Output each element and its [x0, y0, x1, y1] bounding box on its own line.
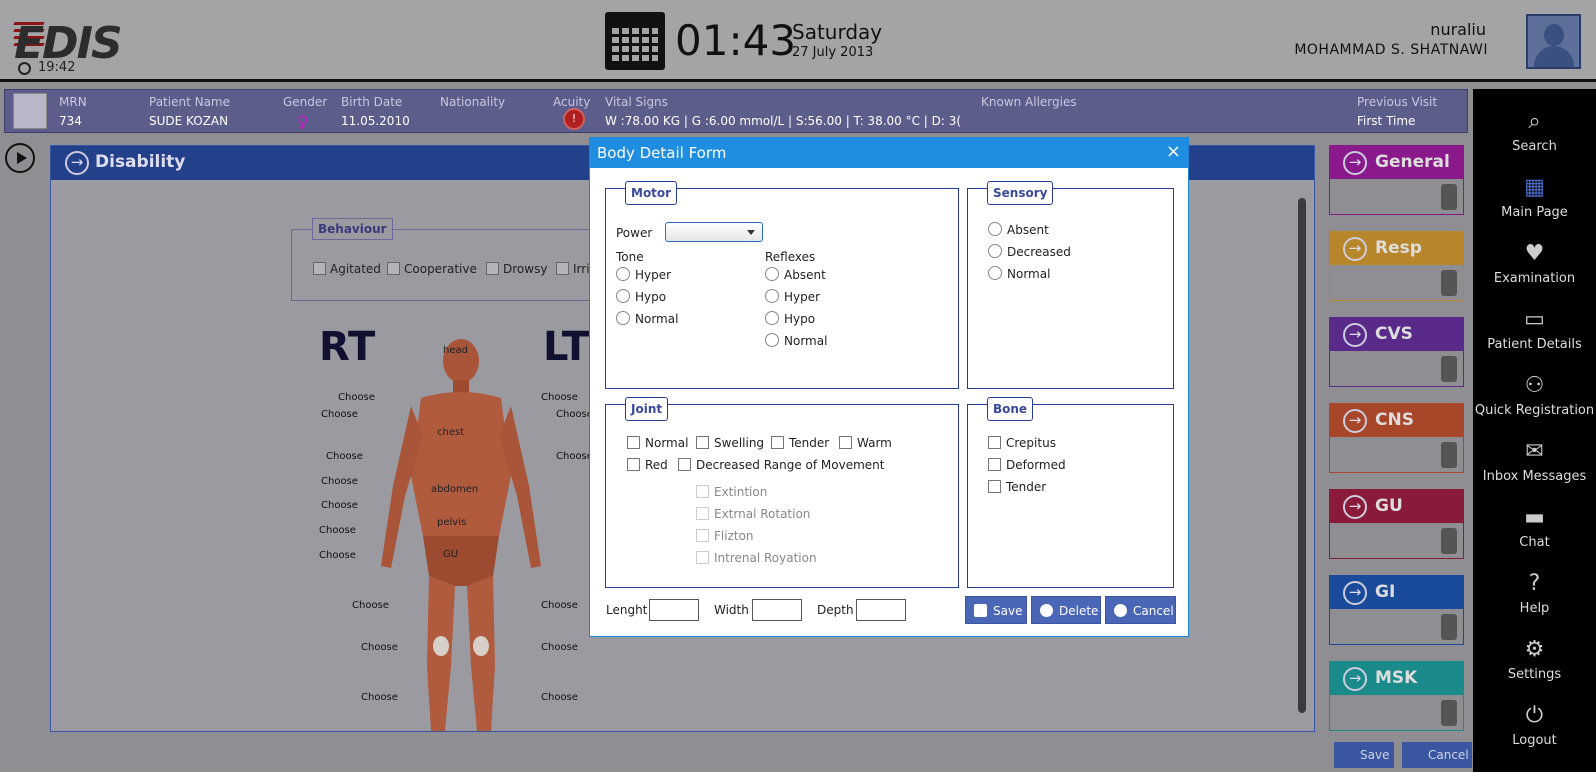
- power-select[interactable]: [665, 222, 763, 242]
- length-label: Lenght: [606, 603, 648, 617]
- x-circle-icon: [1040, 604, 1053, 617]
- modal-cancel-button[interactable]: Cancel: [1105, 596, 1176, 624]
- tone-hyper[interactable]: Hyper: [616, 267, 671, 282]
- sensory-normal[interactable]: Normal: [988, 266, 1050, 281]
- reflex-normal[interactable]: Normal: [765, 333, 827, 348]
- bone-fieldset: [967, 404, 1174, 588]
- body-detail-modal: Body Detail Form × Motor Power Tone Hype…: [589, 137, 1189, 637]
- bone-deformed[interactable]: Deformed: [988, 458, 1066, 472]
- joint-red[interactable]: Red: [627, 458, 668, 472]
- bone-tender[interactable]: Tender: [988, 480, 1046, 494]
- joint-tender[interactable]: Tender: [771, 436, 829, 450]
- reflex-hyper[interactable]: Hyper: [765, 289, 820, 304]
- reflex-absent[interactable]: Absent: [765, 267, 826, 282]
- bone-title: Bone: [987, 397, 1034, 421]
- modal-title: Body Detail Form: [597, 144, 727, 162]
- width-label: Width: [714, 603, 749, 617]
- tone-label: Tone: [616, 250, 644, 264]
- modal-header: Body Detail Form ×: [590, 138, 1188, 168]
- tone-hypo[interactable]: Hypo: [616, 289, 666, 304]
- sensory-title: Sensory: [987, 181, 1054, 205]
- reflex-hypo[interactable]: Hypo: [765, 311, 815, 326]
- bone-crepitus[interactable]: Crepitus: [988, 436, 1056, 450]
- floppy-icon: [974, 604, 987, 617]
- sensory-absent[interactable]: Absent: [988, 222, 1049, 237]
- joint-flexion[interactable]: Flizton: [696, 529, 754, 543]
- tone-normal[interactable]: Normal: [616, 311, 678, 326]
- joint-title: Joint: [625, 397, 669, 421]
- modal-delete-button[interactable]: Delete: [1031, 596, 1101, 624]
- joint-external-rotation[interactable]: Extrnal Rotation: [696, 507, 810, 521]
- joint-swelling[interactable]: Swelling: [696, 436, 764, 450]
- joint-decreased-range[interactable]: Decreased Range of Movement: [678, 458, 884, 472]
- depth-input[interactable]: [856, 599, 906, 621]
- reflexes-label: Reflexes: [765, 250, 816, 264]
- power-label: Power: [616, 226, 653, 240]
- joint-extension[interactable]: Extintion: [696, 485, 767, 499]
- joint-warm[interactable]: Warm: [839, 436, 892, 450]
- depth-label: Depth: [817, 603, 854, 617]
- modal-save-button[interactable]: Save: [965, 596, 1027, 624]
- width-input[interactable]: [752, 599, 802, 621]
- x-circle-icon: [1114, 604, 1127, 617]
- motor-title: Motor: [625, 181, 678, 205]
- joint-internal-rotation[interactable]: Intrenal Royation: [696, 551, 817, 565]
- joint-normal[interactable]: Normal: [627, 436, 688, 450]
- close-icon[interactable]: ×: [1166, 141, 1181, 162]
- sensory-decreased[interactable]: Decreased: [988, 244, 1071, 259]
- sensory-fieldset: [967, 188, 1174, 389]
- length-input[interactable]: [649, 599, 699, 621]
